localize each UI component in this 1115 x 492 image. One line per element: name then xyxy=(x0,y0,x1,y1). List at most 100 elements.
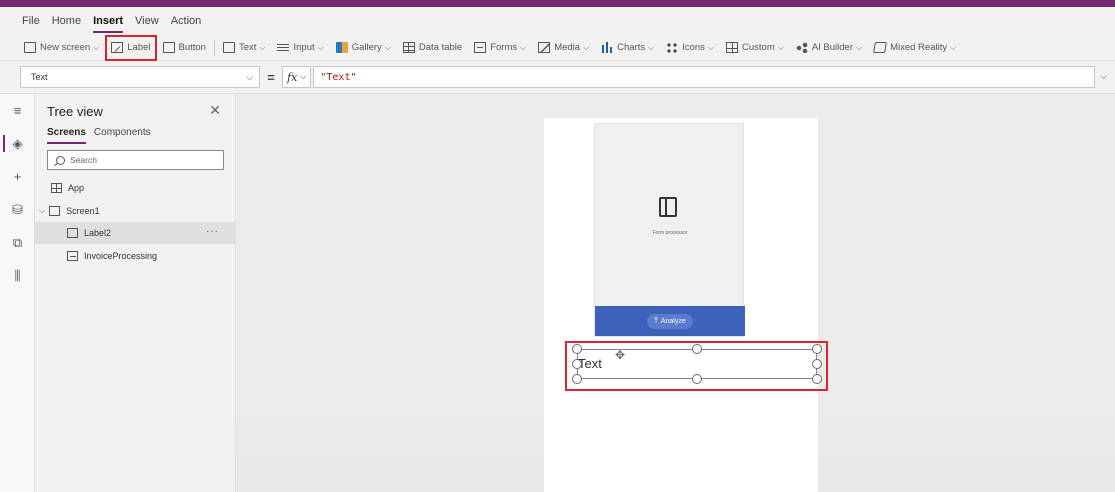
hamburger-icon[interactable]: ≡ xyxy=(0,94,35,127)
resize-handle[interactable] xyxy=(812,359,822,369)
tree-node-label: Label2 xyxy=(84,228,112,238)
component-icon xyxy=(67,251,78,261)
tree-view-panel: Tree view ✕ Screens Components Search Ap… xyxy=(35,94,236,492)
menu-action[interactable]: Action xyxy=(171,7,202,35)
gallery-icon xyxy=(335,42,348,53)
plus-icon[interactable]: + xyxy=(0,160,35,193)
media-rail-icon[interactable]: ⧉ xyxy=(0,226,35,259)
tree-node-screen1[interactable]: ⌵ Screen1 xyxy=(35,200,235,222)
menu-view[interactable]: View xyxy=(135,7,159,35)
label-icon xyxy=(67,228,78,238)
equals-sign: = xyxy=(267,69,275,85)
text-dropdown[interactable]: Text ⌵ xyxy=(219,37,270,59)
resize-handle[interactable] xyxy=(572,344,582,354)
property-selector[interactable]: Text ⌵ xyxy=(20,66,260,88)
button-button[interactable]: Button xyxy=(159,37,210,59)
ribbon-divider xyxy=(213,39,215,56)
fx-icon: fx xyxy=(287,70,298,84)
custom-dropdown[interactable]: Custom ⌵ xyxy=(722,37,788,59)
resize-handle[interactable] xyxy=(812,344,822,354)
charts-dropdown[interactable]: Charts ⌵ xyxy=(597,37,658,59)
close-icon[interactable]: ✕ xyxy=(209,102,221,119)
media-icon xyxy=(538,42,551,53)
fx-button[interactable]: fx ⌵ xyxy=(282,66,312,88)
new-screen-button[interactable]: New screen ⌵ xyxy=(20,37,103,59)
chevron-down-icon: ⌵ xyxy=(300,72,307,81)
tree-view-title: Tree view xyxy=(47,104,103,119)
ai-builder-label: AI Builder xyxy=(811,42,853,53)
resize-handle[interactable] xyxy=(692,374,702,384)
button-button-label: Button xyxy=(178,42,206,53)
chevron-down-icon: ⌵ xyxy=(384,42,391,52)
menu-home[interactable]: Home xyxy=(52,7,81,35)
gallery-dropdown[interactable]: Gallery ⌵ xyxy=(332,37,395,59)
chevron-down-icon: ⌵ xyxy=(707,42,714,52)
label-button[interactable]: Label xyxy=(105,34,157,61)
chevron-down-icon: ⌵ xyxy=(520,42,527,52)
resize-handle[interactable] xyxy=(572,374,582,384)
button-icon xyxy=(162,42,175,53)
forms-dropdown-label: Forms xyxy=(490,42,518,53)
text-dropdown-label: Text xyxy=(238,42,257,53)
ai-builder-icon xyxy=(795,42,808,53)
input-dropdown[interactable]: Input ⌵ xyxy=(273,37,327,59)
input-dropdown-label: Input xyxy=(293,42,315,53)
tree-node-label: InvoiceProcessing xyxy=(84,251,158,261)
media-dropdown[interactable]: Media ⌵ xyxy=(534,37,593,59)
document-icon xyxy=(659,197,677,217)
mixed-reality-dropdown[interactable]: Mixed Reality ⌵ xyxy=(870,37,960,59)
analyze-band: ⤒ Analyze xyxy=(595,306,745,336)
expand-formula-icon[interactable]: ⌵ xyxy=(1100,71,1107,82)
new-screen-icon xyxy=(24,42,36,53)
chevron-down-icon: ⌵ xyxy=(317,42,324,52)
tree-node-app[interactable]: App xyxy=(35,177,235,199)
ai-builder-dropdown[interactable]: AI Builder ⌵ xyxy=(792,37,866,59)
tree-node-label: App xyxy=(68,183,85,193)
search-input[interactable]: Search xyxy=(47,150,224,170)
gallery-dropdown-label: Gallery xyxy=(351,42,382,53)
label-button-label: Label xyxy=(127,42,151,53)
chevron-down-icon: ⌵ xyxy=(93,42,100,52)
data-table-icon xyxy=(402,42,415,53)
chevron-down-icon: ⌵ xyxy=(777,42,784,52)
tab-components[interactable]: Components xyxy=(94,127,151,144)
tree-node-invoiceprocessing[interactable]: InvoiceProcessing xyxy=(35,245,235,267)
input-icon xyxy=(277,42,290,53)
charts-icon xyxy=(601,42,614,53)
mixed-reality-icon xyxy=(873,42,888,53)
resize-handle[interactable] xyxy=(812,374,822,384)
formula-input[interactable]: "Text" xyxy=(313,66,1095,88)
canvas-area[interactable]: Form processor ⤒ Analyze Text ✥ xyxy=(236,94,1115,492)
new-screen-label: New screen xyxy=(40,42,91,53)
analyze-button[interactable]: ⤒ Analyze xyxy=(647,313,693,329)
chevron-down-icon[interactable]: ⌵ xyxy=(39,206,45,216)
screen-icon xyxy=(49,206,61,216)
icons-dropdown[interactable]: Icons ⌵ xyxy=(662,37,718,59)
custom-dropdown-label: Custom xyxy=(742,42,775,53)
screen-canvas[interactable]: Form processor ⤒ Analyze xyxy=(544,118,818,492)
menu-insert[interactable]: Insert xyxy=(93,7,123,35)
chevron-down-icon: ⌵ xyxy=(950,42,957,52)
resize-handle[interactable] xyxy=(692,344,702,354)
tab-screens[interactable]: Screens xyxy=(47,127,86,144)
formula-value: "Text" xyxy=(320,71,357,83)
tree-node-label: Screen1 xyxy=(66,206,100,216)
resize-handle[interactable] xyxy=(572,359,582,369)
database-icon[interactable]: ⛁ xyxy=(0,193,35,226)
analyze-button-label: Analyze xyxy=(660,317,686,325)
tools-icon[interactable]: ⫼ xyxy=(0,259,35,292)
form-processor-component[interactable]: Form processor ⤒ Analyze xyxy=(594,123,745,337)
menu-bar: File Home Insert View Action xyxy=(0,7,1115,35)
forms-icon xyxy=(474,42,487,53)
left-rail: ≡ ◈ + ⛁ ⧉ ⫼ xyxy=(0,94,35,492)
menu-file[interactable]: File xyxy=(22,7,40,35)
tree-node-label2[interactable]: Label2 ··· xyxy=(35,222,235,244)
move-icon[interactable]: ✥ xyxy=(615,348,625,362)
layers-icon[interactable]: ◈ xyxy=(0,127,35,160)
icons-dropdown-label: Icons xyxy=(682,42,705,53)
title-bar xyxy=(0,0,1115,7)
forms-dropdown[interactable]: Forms ⌵ xyxy=(470,37,530,59)
more-options-icon[interactable]: ··· xyxy=(206,226,219,237)
app-icon xyxy=(51,183,62,193)
data-table-button[interactable]: Data table xyxy=(399,37,466,59)
